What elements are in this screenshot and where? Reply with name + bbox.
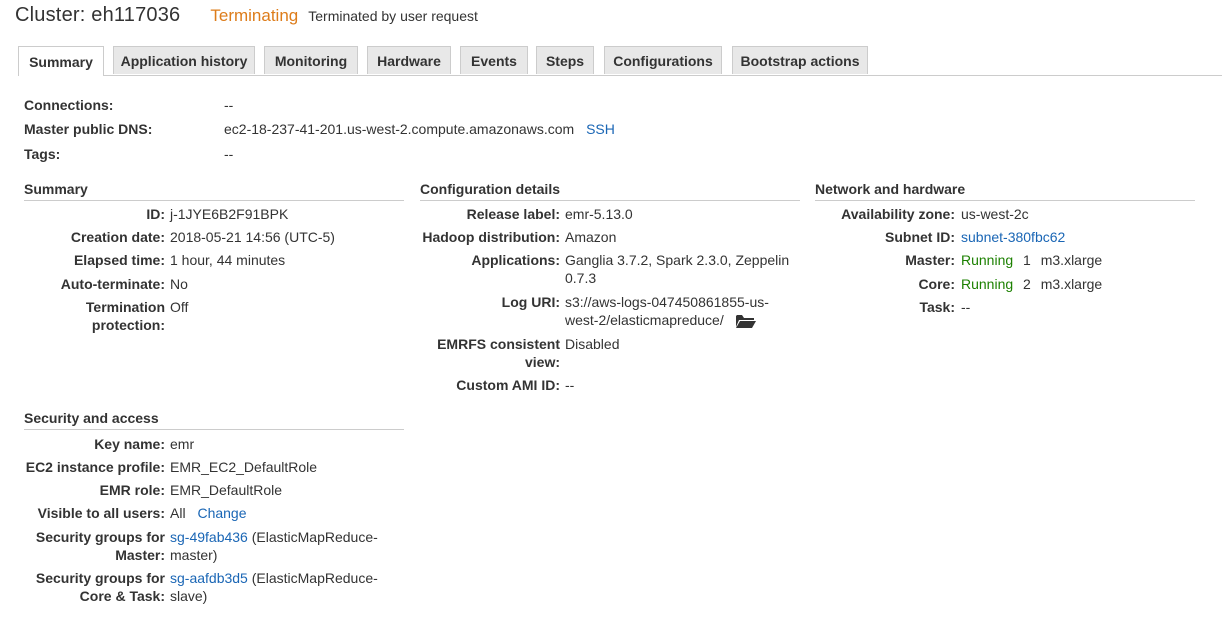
custom-ami-label: Custom AMI ID:: [456, 377, 560, 393]
ec2-instance-profile-label: EC2 instance profile:: [25, 459, 165, 475]
tab-steps[interactable]: Steps: [536, 46, 594, 74]
tab-events[interactable]: Events: [460, 46, 528, 74]
tab-bar: Summary Application history Monitoring H…: [18, 46, 1222, 76]
security-group-master-desc: (ElasticMapReduce-: [247, 529, 378, 545]
termination-protection-label-2: protection:: [91, 317, 165, 333]
tab-hardware[interactable]: Hardware: [367, 46, 451, 74]
tab-application-history[interactable]: Application history: [113, 46, 255, 74]
emrfs-consistent-view-label: EMRFS consistent: [437, 336, 560, 352]
section-title: Summary: [24, 181, 404, 201]
change-visibility-link[interactable]: Change: [197, 505, 246, 521]
availability-zone: us-west-2c: [961, 206, 1029, 222]
id-label: ID:: [146, 206, 165, 222]
security-group-master-link[interactable]: sg-49fab436: [170, 529, 248, 545]
elapsed-time-label: Elapsed time:: [73, 252, 165, 268]
cluster-id: j-1JYE6B2F91BPK: [170, 206, 289, 222]
page-title: Cluster: eh117036: [15, 4, 181, 26]
security-groups-master-label-2: Master:: [115, 547, 165, 563]
tab-configurations[interactable]: Configurations: [604, 46, 722, 74]
creation-date-label: Creation date:: [70, 229, 165, 245]
tab-bootstrap-actions[interactable]: Bootstrap actions: [732, 46, 868, 74]
master-status: Running: [961, 252, 1014, 268]
status-reason: Terminated by user request: [308, 8, 478, 24]
summary-section: Summary ID: j-1JYE6B2F91BPK Creation dat…: [24, 181, 404, 351]
security-groups-core-label-2: Core & Task:: [79, 588, 165, 604]
security-group-core-link[interactable]: sg-aafdb3d5: [170, 570, 248, 586]
security-group-core-desc: (ElasticMapReduce-: [247, 570, 378, 586]
master-count: 1: [1023, 252, 1031, 268]
core-instance-type: m3.xlarge: [1040, 276, 1103, 292]
applications-label: Applications:: [471, 252, 560, 268]
cluster-header: Cluster: eh117036 Terminating Terminated…: [15, 4, 478, 36]
key-name: emr: [170, 436, 195, 452]
core-label: Core:: [918, 276, 955, 292]
visible-to-all-users-label: Visible to all users:: [37, 505, 165, 521]
connections-value: --: [224, 97, 234, 113]
termination-protection: Off: [170, 299, 189, 315]
folder-open-icon[interactable]: [735, 314, 756, 332]
emrfs-consistent-view: Disabled: [565, 336, 620, 352]
security-group-master-desc-cont: master): [170, 547, 218, 563]
log-uri: s3://aws-logs-047450861855-us-: [565, 294, 769, 310]
tags-value: --: [224, 146, 234, 162]
master-dns-value: ec2-18-237-41-201.us-west-2.compute.amaz…: [224, 121, 575, 137]
security-group-core-desc-cont: slave): [170, 588, 208, 604]
ssh-link[interactable]: SSH: [586, 121, 615, 137]
hadoop-distribution-label: Hadoop distribution:: [422, 229, 560, 245]
security-access-section: Security and access Key name: emr EC2 in…: [24, 410, 404, 610]
release-label: emr-5.13.0: [565, 206, 633, 222]
ec2-instance-profile: EMR_EC2_DefaultRole: [170, 459, 318, 475]
security-groups-master-label: Security groups for: [35, 529, 165, 545]
task-value: --: [961, 299, 971, 315]
section-title: Network and hardware: [815, 181, 1195, 201]
tab-monitoring[interactable]: Monitoring: [264, 46, 358, 74]
availability-zone-label: Availability zone:: [841, 206, 955, 222]
master-dns-label: Master public DNS:: [24, 121, 153, 137]
emrfs-consistent-view-label-2: view:: [524, 354, 560, 370]
release-label-label: Release label:: [466, 206, 560, 222]
core-status: Running: [961, 276, 1014, 292]
emr-role-label: EMR role:: [99, 482, 165, 498]
log-uri-cont: west-2/elasticmapreduce/: [565, 312, 724, 328]
tab-summary[interactable]: Summary: [18, 46, 104, 76]
log-uri-label: Log URI:: [501, 294, 560, 310]
task-label: Task:: [919, 299, 955, 315]
applications: Ganglia 3.7.2, Spark 2.3.0, Zeppelin: [565, 252, 790, 268]
section-title: Security and access: [24, 410, 404, 430]
visible-to-all-users: All: [170, 505, 186, 521]
network-hardware-section: Network and hardware Availability zone: …: [815, 181, 1195, 321]
master-label: Master:: [905, 252, 955, 268]
applications-cont: 0.7.3: [565, 270, 597, 286]
configuration-section: Configuration details Release label: emr…: [420, 181, 800, 401]
creation-date: 2018-05-21 14:56 (UTC-5): [170, 229, 335, 245]
core-count: 2: [1023, 276, 1031, 292]
hadoop-distribution: Amazon: [565, 229, 617, 245]
section-title: Configuration details: [420, 181, 800, 201]
status-badge: Terminating: [210, 6, 299, 25]
auto-terminate-label: Auto-terminate:: [60, 276, 165, 292]
connections-label: Connections:: [24, 97, 114, 113]
security-groups-core-label: Security groups for: [35, 570, 165, 586]
emr-role: EMR_DefaultRole: [170, 482, 283, 498]
tags-label: Tags:: [24, 146, 61, 162]
subnet-id-link[interactable]: subnet-380fbc62: [961, 228, 1065, 246]
auto-terminate: No: [170, 276, 188, 292]
termination-protection-label: Termination: [85, 299, 165, 315]
key-name-label: Key name:: [94, 436, 165, 452]
custom-ami: --: [565, 377, 575, 393]
master-instance-type: m3.xlarge: [1040, 252, 1103, 268]
elapsed-time: 1 hour, 44 minutes: [170, 252, 286, 268]
subnet-id-label: Subnet ID:: [885, 229, 955, 245]
